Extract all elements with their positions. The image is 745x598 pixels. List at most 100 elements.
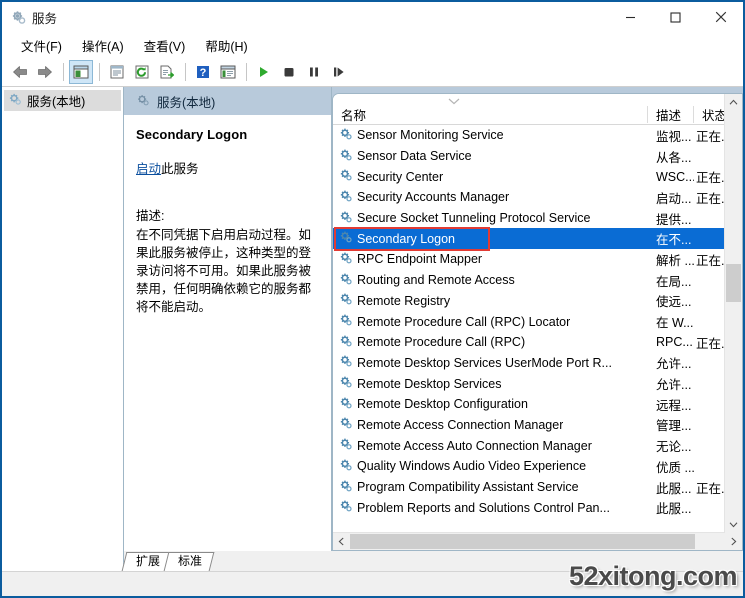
menu-help[interactable]: 帮助(H)	[195, 33, 257, 58]
tab-extended-label: 扩展	[136, 554, 161, 568]
scroll-up-button[interactable]	[725, 94, 742, 111]
detail-pane-header: 服务(本地)	[124, 87, 331, 115]
service-row[interactable]: Remote Registry 使远...	[333, 291, 742, 312]
services-window: 服务 文件(F) 操作(A) 查看(V) 帮助(H) ? 服务(本地) 服务(本…	[0, 0, 745, 598]
service-row[interactable]: Routing and Remote Access 在局...	[333, 270, 742, 291]
toolbar-separator	[63, 63, 64, 81]
service-row-description: 解析 ...	[656, 253, 694, 268]
restart-service-button[interactable]	[327, 60, 351, 84]
tab-standard[interactable]: 标准	[163, 552, 215, 571]
menu-file[interactable]: 文件(F)	[11, 33, 72, 58]
start-service-link[interactable]: 启动	[136, 162, 161, 176]
services-gear-icon	[339, 313, 353, 330]
show-hide-tree-button[interactable]	[69, 60, 93, 84]
back-button[interactable]	[8, 60, 32, 84]
service-row[interactable]: Remote Access Connection Manager 管理...	[333, 415, 742, 436]
service-row-name: Remote Desktop Configuration	[333, 396, 648, 413]
service-row[interactable]: Remote Desktop Configuration 远程...	[333, 394, 742, 415]
new-window-button[interactable]	[216, 60, 240, 84]
services-gear-icon	[339, 354, 353, 371]
scroll-left-button[interactable]	[333, 533, 350, 550]
toolbar-separator	[246, 63, 247, 81]
service-row[interactable]: Quality Windows Audio Video Experience 优质…	[333, 456, 742, 477]
service-row-name: Remote Desktop Services UserMode Port R.…	[333, 354, 648, 371]
service-row[interactable]: RPC Endpoint Mapper 解析 ... 正在...	[333, 249, 742, 270]
service-row[interactable]: Remote Desktop Services UserMode Port R.…	[333, 353, 742, 374]
service-name-text: Program Compatibility Assistant Service	[357, 480, 579, 495]
vertical-scrollbar-thumb[interactable]	[726, 264, 741, 302]
services-gear-icon	[339, 396, 353, 413]
minimize-button[interactable]	[608, 2, 653, 32]
horizontal-scrollbar[interactable]	[333, 532, 742, 550]
services-rows: Sensor Monitoring Service 监视... 正在... Senso…	[333, 125, 742, 532]
toolbar: ?	[2, 58, 743, 87]
service-name-text: Remote Desktop Services UserMode Port R.…	[357, 355, 612, 370]
service-name-text: Secure Socket Tunneling Protocol Service	[357, 211, 591, 226]
service-row-description: 在 W...	[656, 316, 694, 331]
service-row-description: 监视...	[656, 129, 692, 144]
maximize-button[interactable]	[653, 2, 698, 32]
service-row[interactable]: Remote Procedure Call (RPC) Locator 在 W..…	[333, 311, 742, 332]
service-row[interactable]: Security Center WSC... 正在...	[333, 166, 742, 187]
help-button[interactable]: ?	[191, 60, 215, 84]
service-row[interactable]: Problem Reports and Solutions Control Pa…	[333, 497, 742, 518]
service-row-name: Routing and Remote Access	[333, 272, 648, 289]
service-row[interactable]: Secondary Logon 在不...	[333, 228, 742, 250]
properties-button[interactable]	[105, 60, 129, 84]
service-row-name: Problem Reports and Solutions Control Pa…	[333, 499, 648, 516]
main-content: 服务(本地) 服务(本地) Secondary Logon 启动此服务 描述: …	[2, 87, 743, 551]
service-row-description: 在局...	[656, 274, 692, 289]
service-row[interactable]: Security Accounts Manager 启动... 正在...	[333, 187, 742, 208]
service-name-text: RPC Endpoint Mapper	[357, 252, 483, 267]
list-column-headers: 名称 描述 状态	[333, 94, 742, 125]
service-row[interactable]: Remote Procedure Call (RPC) RPC... 正在...	[333, 332, 742, 353]
services-gear-icon	[339, 416, 353, 433]
service-name-text: Remote Registry	[357, 293, 451, 308]
scroll-right-button[interactable]	[725, 533, 742, 550]
service-name-text: Remote Procedure Call (RPC) Locator	[357, 314, 571, 329]
column-header-name[interactable]: 名称	[333, 105, 648, 124]
service-row-name: Sensor Data Service	[333, 148, 648, 165]
menu-bar: 文件(F) 操作(A) 查看(V) 帮助(H)	[2, 32, 743, 58]
services-gear-icon	[339, 499, 353, 516]
service-row-name: Sensor Monitoring Service	[333, 127, 648, 144]
menu-view[interactable]: 查看(V)	[134, 33, 196, 58]
console-tree-pane: 服务(本地)	[2, 87, 124, 551]
vertical-scrollbar[interactable]	[724, 94, 742, 533]
service-row[interactable]: Remote Access Auto Connection Manager 无论.…	[333, 435, 742, 456]
service-row[interactable]: Program Compatibility Assistant Service 此…	[333, 477, 742, 498]
service-row[interactable]: Secure Socket Tunneling Protocol Service…	[333, 208, 742, 229]
service-row[interactable]: Sensor Monitoring Service 监视... 正在...	[333, 125, 742, 146]
horizontal-scrollbar-track[interactable]	[350, 533, 725, 550]
services-gear-icon	[8, 92, 22, 109]
menu-action[interactable]: 操作(A)	[72, 33, 134, 58]
forward-button[interactable]	[33, 60, 57, 84]
description-label: 描述:	[136, 209, 165, 223]
service-name-text: Sensor Monitoring Service	[357, 128, 504, 143]
close-button[interactable]	[698, 2, 743, 32]
service-row-description: 允许...	[656, 357, 692, 372]
scroll-down-button[interactable]	[725, 516, 742, 533]
service-name-text: Secondary Logon	[357, 231, 455, 246]
stop-service-button[interactable]	[277, 60, 301, 84]
service-row-description: 在不...	[656, 233, 692, 248]
column-header-description[interactable]: 描述	[648, 105, 694, 124]
export-list-button[interactable]	[155, 60, 179, 84]
start-service-button[interactable]	[252, 60, 276, 84]
service-row-name: Remote Access Auto Connection Manager	[333, 437, 648, 454]
sort-descending-chevron-icon	[445, 95, 463, 105]
pause-service-button[interactable]	[302, 60, 326, 84]
refresh-button[interactable]	[130, 60, 154, 84]
selected-service-name: Secondary Logon	[136, 127, 248, 142]
services-gear-icon	[339, 127, 353, 144]
service-row[interactable]: Sensor Data Service 从各...	[333, 146, 742, 167]
toolbar-separator	[99, 63, 100, 81]
service-row[interactable]: Remote Desktop Services 允许...	[333, 373, 742, 394]
status-bar	[2, 571, 743, 596]
service-row-description: RPC...	[656, 335, 693, 350]
service-row-name: Remote Procedure Call (RPC) Locator	[333, 313, 648, 330]
services-gear-icon	[339, 189, 353, 206]
horizontal-scrollbar-thumb[interactable]	[350, 534, 695, 549]
mmc-result-area: 服务(本地) Secondary Logon 启动此服务 描述: 在不同凭据下启…	[124, 87, 743, 551]
tree-item-services-local[interactable]: 服务(本地)	[4, 90, 121, 111]
